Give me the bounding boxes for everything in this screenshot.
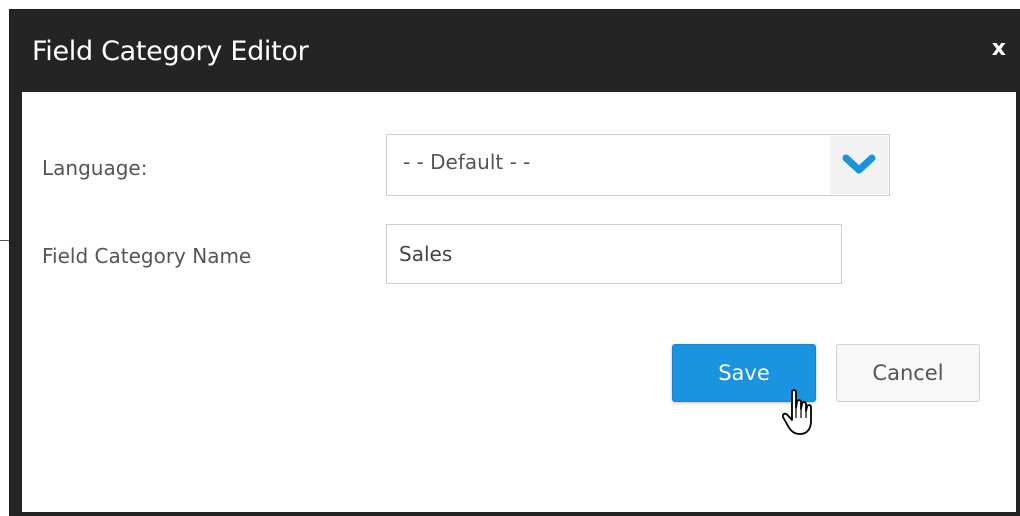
language-dropdown-button[interactable] bbox=[830, 136, 888, 194]
field-category-editor-dialog: Field Category Editor x Language: - - De… bbox=[10, 10, 1020, 516]
dialog-title: Field Category Editor bbox=[32, 36, 309, 67]
chevron-down-icon bbox=[842, 154, 876, 174]
field-category-name-label: Field Category Name bbox=[42, 244, 252, 268]
language-label: Language: bbox=[42, 156, 148, 180]
background-tick-mark bbox=[0, 240, 10, 241]
language-select[interactable]: - - Default - - bbox=[386, 134, 890, 196]
dialog-titlebar: Field Category Editor x bbox=[10, 10, 1020, 92]
screen: Field Category Editor x Language: - - De… bbox=[0, 0, 1020, 516]
language-selected-value: - - Default - - bbox=[403, 150, 531, 174]
close-button[interactable]: x bbox=[992, 36, 1006, 61]
field-category-name-input[interactable] bbox=[386, 224, 842, 284]
save-button[interactable]: Save bbox=[672, 344, 816, 402]
cancel-button[interactable]: Cancel bbox=[836, 344, 980, 402]
